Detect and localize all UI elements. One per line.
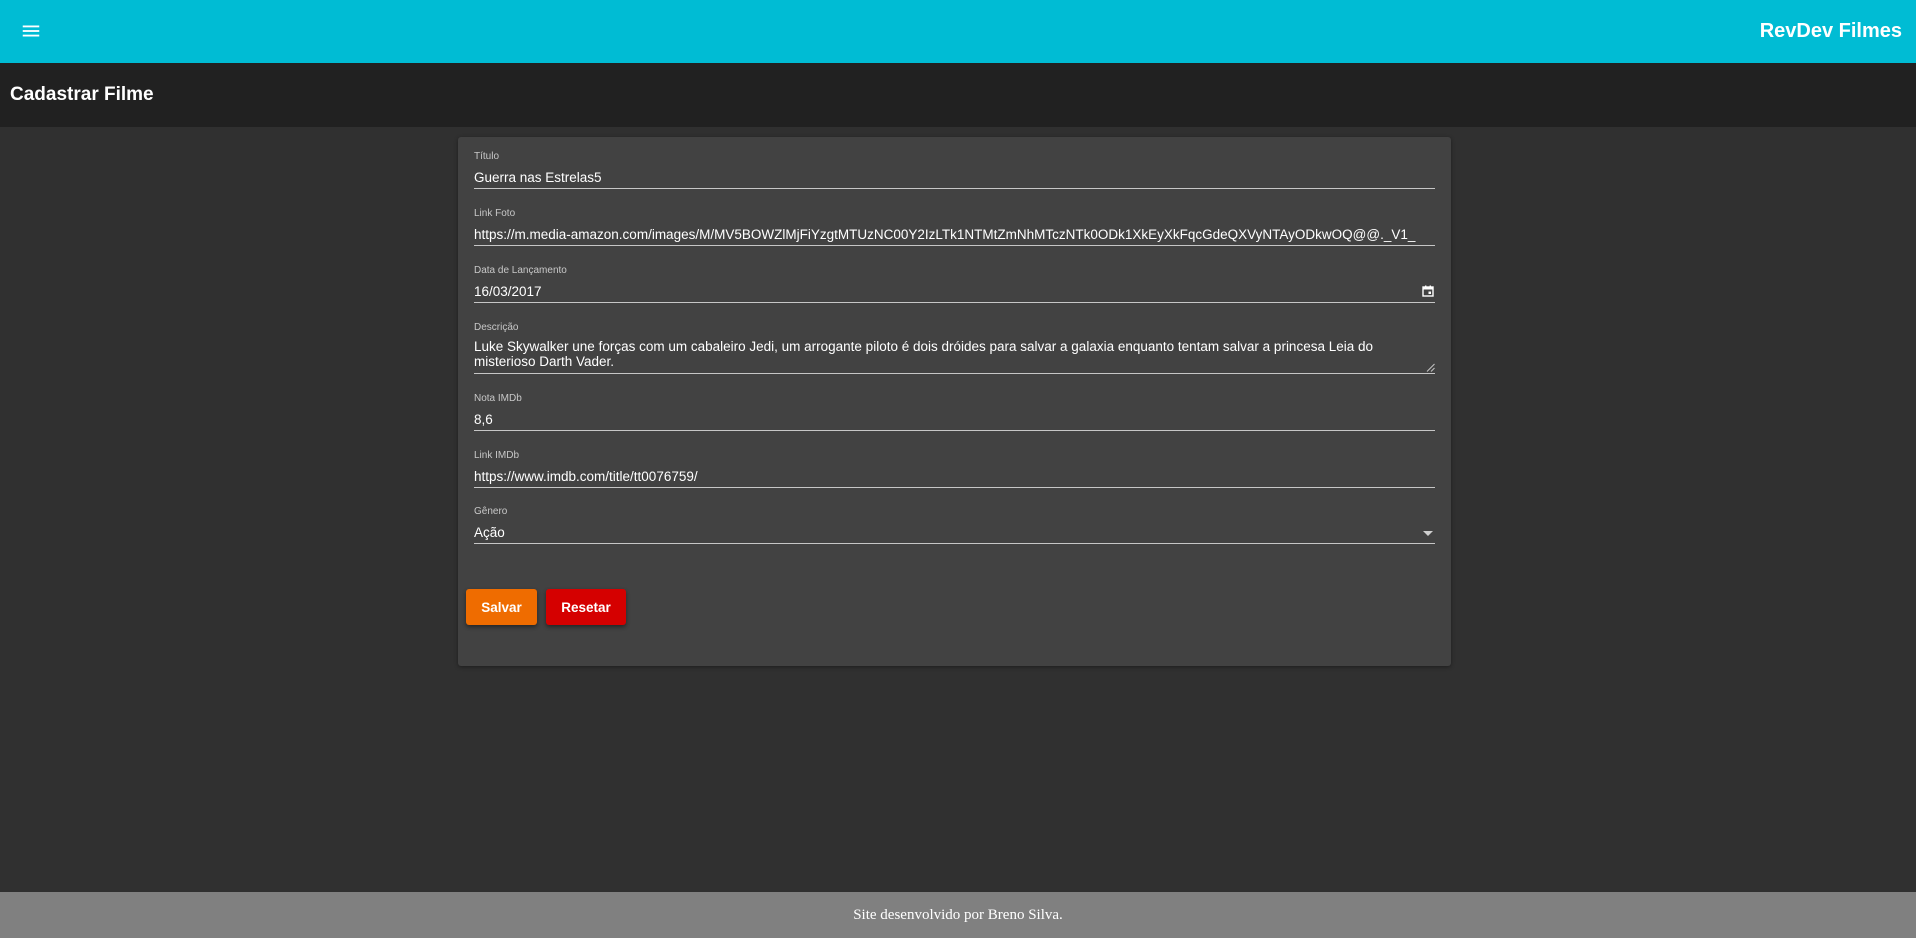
app-brand[interactable]: RevDev Filmes — [1760, 0, 1902, 63]
reset-button[interactable]: Resetar — [546, 589, 626, 625]
footer: Site desenvolvido por Breno Silva. — [0, 892, 1916, 938]
footer-text: Site desenvolvido por Breno Silva. — [853, 907, 1063, 923]
data-lancamento-input[interactable] — [474, 282, 1435, 303]
link-foto-input[interactable] — [474, 225, 1435, 246]
resize-handle-icon[interactable] — [1426, 363, 1435, 372]
nota-imdb-label: Nota IMDb — [474, 393, 522, 404]
menu-button[interactable] — [14, 14, 48, 48]
nota-imdb-input[interactable] — [474, 410, 1435, 431]
page-title: Cadastrar Filme — [10, 84, 154, 105]
link-imdb-label: Link IMDb — [474, 450, 520, 461]
app-root: RevDev Filmes Cadastrar Filme Título Lin… — [0, 0, 1916, 938]
titulo-label: Título — [474, 151, 500, 162]
link-imdb-input[interactable] — [474, 467, 1435, 488]
titulo-input[interactable] — [474, 168, 1435, 189]
link-foto-label: Link Foto — [474, 208, 516, 219]
save-button[interactable]: Salvar — [466, 589, 537, 625]
descricao-label: Descrição — [474, 322, 519, 333]
movie-form-card: Título Link Foto Data de Lançamento Desc… — [458, 137, 1451, 666]
top-toolbar: RevDev Filmes — [0, 0, 1916, 63]
page-header: Cadastrar Filme — [0, 63, 1916, 127]
descricao-textarea[interactable]: Luke Skywalker une forças com um cabalei… — [474, 339, 1435, 374]
genero-select[interactable]: Ação — [474, 523, 1435, 544]
data-lancamento-label: Data de Lançamento — [474, 265, 567, 276]
calendar-icon[interactable] — [1421, 284, 1435, 298]
genero-label: Gênero — [474, 506, 508, 517]
menu-icon — [22, 25, 40, 37]
dropdown-arrow-icon[interactable] — [1423, 531, 1433, 536]
